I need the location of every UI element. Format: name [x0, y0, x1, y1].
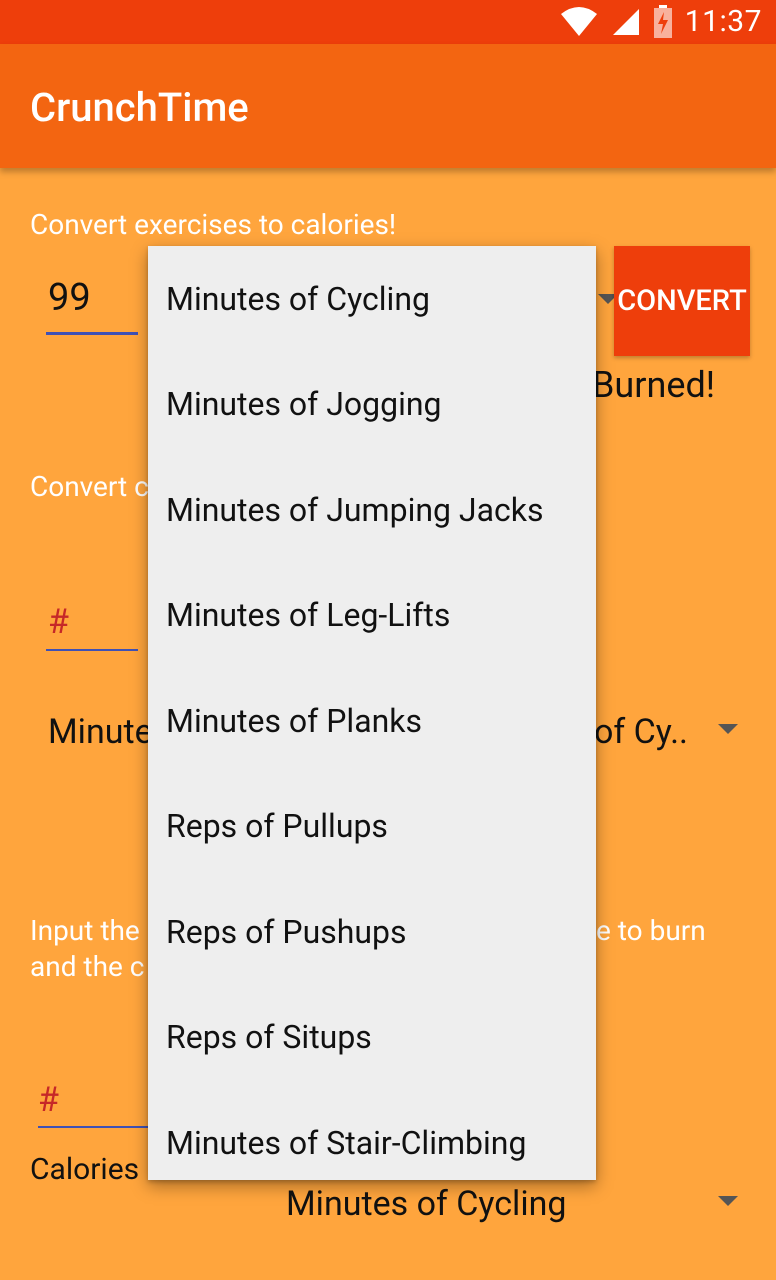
spinner-caret-icon[interactable]: [718, 1196, 738, 1206]
section1-heading: Convert exercises to calories!: [30, 208, 397, 241]
spinner-to-exercise[interactable]: of Cy..: [594, 712, 688, 752]
spinner-target-exercise[interactable]: Minutes of Cycling: [286, 1184, 566, 1224]
section3-heading-line1-right: e to burn: [596, 914, 706, 947]
section3-heading-line2-left: and the c: [30, 950, 145, 983]
calories-result: Burned!: [592, 364, 716, 406]
status-icons: 11:37: [559, 4, 762, 39]
quantity-input-1-underline: [46, 332, 138, 335]
convert-button[interactable]: CONVERT: [614, 246, 750, 356]
quantity-input-1[interactable]: 99: [48, 276, 91, 320]
quantity-input-3-underline: [38, 1126, 150, 1128]
quantity-input-2-underline: [46, 649, 138, 651]
status-time: 11:37: [684, 4, 762, 39]
signal-icon: [612, 8, 639, 35]
app-bar: CrunchTime: [0, 44, 776, 168]
dropdown-item-jogging[interactable]: Minutes of Jogging: [148, 352, 596, 458]
dropdown-item-pushups[interactable]: Reps of Pushups: [148, 879, 596, 985]
quantity-input-3[interactable]: #: [38, 1080, 59, 1120]
dropdown-item-stair-climbing[interactable]: Minutes of Stair-Climbing: [148, 1090, 596, 1180]
dropdown-item-planks[interactable]: Minutes of Planks: [148, 668, 596, 774]
spinner-caret-icon[interactable]: [718, 724, 738, 734]
battery-charging-icon: [653, 4, 672, 38]
exercise-dropdown: Minutes of Cycling Minutes of Jogging Mi…: [148, 246, 596, 1180]
dropdown-item-cycling[interactable]: Minutes of Cycling: [148, 246, 596, 352]
app-title: CrunchTime: [30, 84, 249, 131]
section2-heading: Convert c: [30, 470, 149, 503]
dropdown-item-leg-lifts[interactable]: Minutes of Leg-Lifts: [148, 563, 596, 669]
dropdown-item-pullups[interactable]: Reps of Pullups: [148, 774, 596, 880]
wifi-icon: [560, 6, 597, 36]
quantity-input-2[interactable]: #: [48, 602, 69, 642]
spinner-from-exercise[interactable]: Minute: [48, 712, 153, 752]
status-bar: 11:37: [0, 0, 776, 44]
section3-heading-line1-left: Input the: [30, 914, 140, 947]
dropdown-item-jumping-jacks[interactable]: Minutes of Jumping Jacks: [148, 457, 596, 563]
dropdown-item-situps[interactable]: Reps of Situps: [148, 985, 596, 1091]
calories-label: Calories: [30, 1152, 140, 1187]
